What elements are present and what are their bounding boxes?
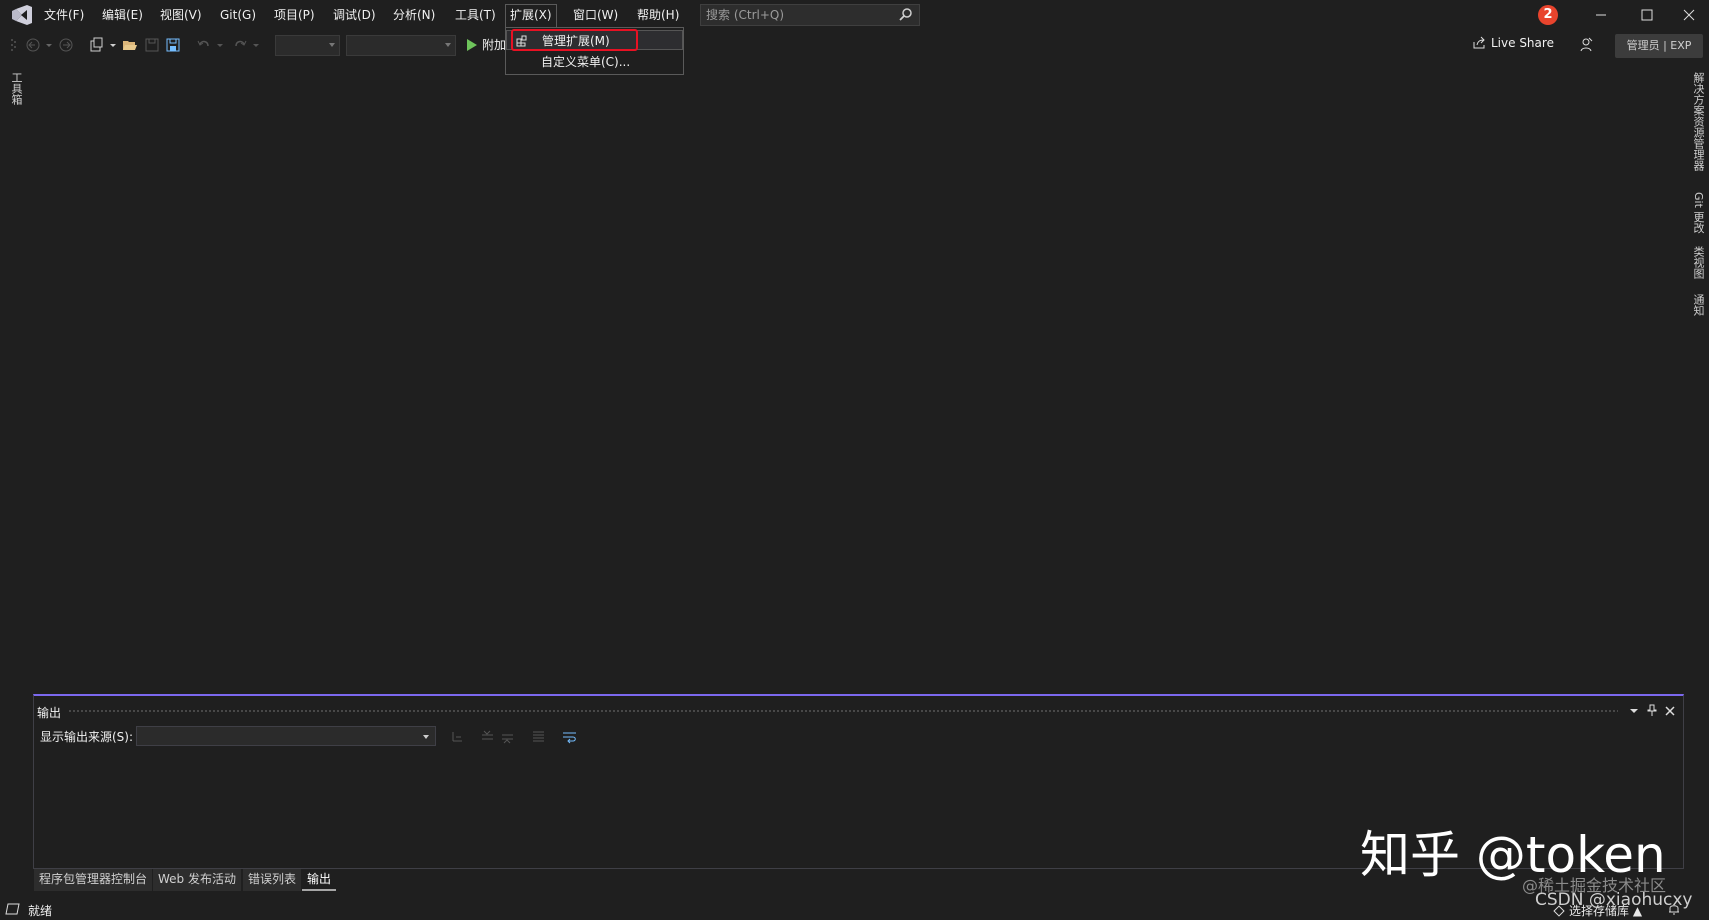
class-view-tab[interactable]: 类视图	[1692, 246, 1705, 279]
git-changes-tab[interactable]: Git 更改	[1692, 192, 1705, 233]
menu-item-4[interactable]: 项目(P)	[270, 5, 319, 26]
menu-item-3[interactable]: Git(G)	[216, 5, 260, 26]
customize-menu-label: 自定义菜单(C)...	[541, 55, 631, 69]
bottom-tab-1[interactable]: Web 发布活动	[153, 869, 241, 891]
menu-item-2[interactable]: 视图(V)	[156, 5, 206, 26]
chevron-down-icon[interactable]	[252, 37, 260, 53]
save-all-icon[interactable]	[165, 37, 181, 53]
maximize-icon[interactable]	[1624, 0, 1670, 30]
notifications-tab[interactable]: 通知	[1692, 294, 1705, 316]
share-icon	[1473, 36, 1485, 49]
output-panel-title: 输出	[37, 706, 62, 720]
menu-item-1[interactable]: 编辑(E)	[98, 5, 147, 26]
chevron-down-icon[interactable]	[109, 37, 117, 53]
navigate-back-icon[interactable]	[25, 37, 41, 53]
csdn-watermark: CSDN @xiaohucxy	[1535, 890, 1693, 910]
output-source-select[interactable]	[136, 726, 436, 746]
live-share-button[interactable]: Live Share	[1472, 36, 1554, 50]
attach-button-label[interactable]: 附加	[482, 36, 506, 53]
save-icon[interactable]	[144, 37, 160, 53]
menu-item-7[interactable]: 工具(T)	[451, 5, 500, 26]
live-share-label: Live Share	[1491, 36, 1554, 50]
menu-item-9[interactable]: 窗口(W)	[569, 5, 622, 26]
pin-icon[interactable]	[1647, 704, 1657, 717]
toolbar-grip-icon[interactable]	[10, 37, 18, 53]
undo-icon[interactable]	[196, 37, 212, 53]
start-debugging-icon[interactable]	[464, 37, 480, 53]
admin-badge: 管理员 | EXP	[1615, 34, 1703, 58]
search-input[interactable]: 搜索 (Ctrl+Q)	[700, 4, 920, 26]
clear-all-icon[interactable]	[531, 729, 546, 744]
notification-badge[interactable]: 2	[1538, 5, 1558, 25]
toggle-word-wrap-icon[interactable]	[562, 729, 577, 744]
chevron-down-icon[interactable]	[45, 37, 53, 53]
feedback-icon[interactable]	[1578, 37, 1594, 53]
find-message-icon[interactable]	[450, 729, 465, 744]
close-window-icon[interactable]	[1670, 0, 1709, 30]
menu-item-5[interactable]: 调试(D)	[329, 5, 380, 26]
output-source-label: 显示输出来源(S):	[40, 730, 134, 744]
menu-item-10[interactable]: 帮助(H)	[633, 5, 683, 26]
menu-item-6[interactable]: 分析(N)	[389, 5, 439, 26]
navigate-forward-icon[interactable]	[58, 37, 74, 53]
chevron-down-icon[interactable]	[216, 37, 224, 53]
close-icon[interactable]	[1664, 705, 1676, 717]
minimize-icon[interactable]	[1578, 0, 1624, 30]
status-ready-icon	[5, 903, 20, 915]
solution-configuration-select[interactable]	[275, 35, 340, 56]
menu-item-0[interactable]: 文件(F)	[40, 5, 88, 26]
bottom-tab-3[interactable]: 输出	[302, 869, 337, 891]
menu-item-customize-menu[interactable]: 自定义菜单(C)...	[506, 52, 683, 72]
panel-drag-grip[interactable]	[68, 709, 1618, 714]
redo-icon[interactable]	[232, 37, 248, 53]
toolbox-tab[interactable]: 工具箱	[10, 72, 23, 105]
solution-platform-select[interactable]	[346, 35, 456, 56]
bottom-tab-0[interactable]: 程序包管理器控制台	[34, 869, 153, 891]
visual-studio-logo-icon[interactable]	[10, 5, 34, 25]
previous-message-icon[interactable]	[480, 729, 495, 744]
new-project-icon[interactable]	[88, 37, 104, 53]
bottom-tab-2[interactable]: 错误列表	[243, 869, 302, 891]
status-bar	[0, 898, 1709, 920]
solution-explorer-tab[interactable]: 解决方案资源管理器	[1692, 72, 1705, 171]
search-placeholder: 搜索 (Ctrl+Q)	[706, 8, 785, 22]
status-text: 就绪	[28, 904, 53, 918]
menu-item-8[interactable]: 扩展(X)	[505, 4, 557, 27]
open-folder-icon[interactable]	[122, 37, 138, 53]
red-highlight-box	[511, 29, 638, 51]
chevron-down-icon[interactable]	[1629, 705, 1639, 717]
search-icon[interactable]	[899, 7, 913, 21]
next-message-icon[interactable]	[500, 729, 515, 744]
extensions-dropdown-menu: 管理扩展(M) 自定义菜单(C)...	[505, 27, 684, 75]
